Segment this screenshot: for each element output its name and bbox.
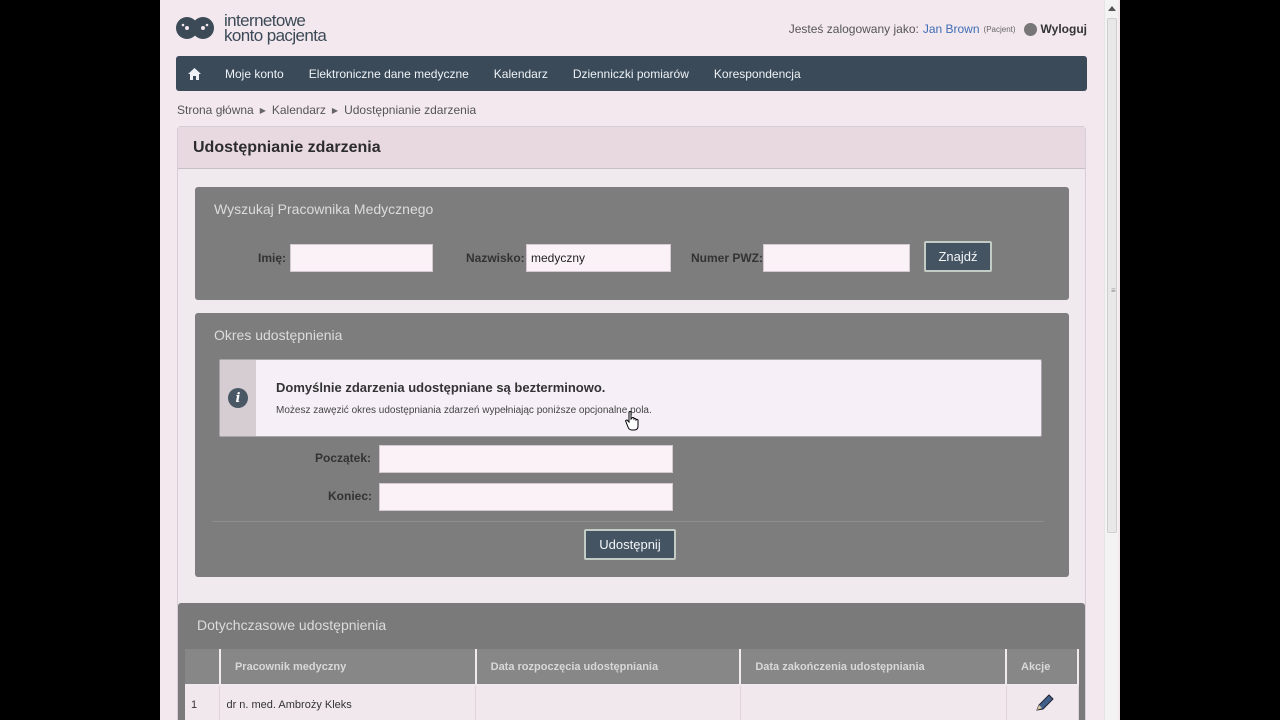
table-row: 1 dr n. med. Ambroży Kleks: [185, 685, 1079, 720]
nav-item-measurement-logs[interactable]: Dzienniczki pomiarów: [573, 67, 689, 81]
nav-item-calendar[interactable]: Kalendarz: [494, 67, 548, 81]
nav-item-medical-data[interactable]: Elektroniczne dane medyczne: [309, 67, 469, 81]
search-section: Wyszukaj Pracownika Medycznego Imię: Naz…: [195, 187, 1069, 300]
scroll-up-arrow-icon[interactable]: [1108, 6, 1116, 11]
history-heading: Dotychczasowe udostępnienia: [197, 617, 387, 633]
col-header-worker[interactable]: Pracownik medyczny: [219, 649, 477, 686]
main-panel: Udostępnianie zdarzenia Wyszukaj Pracown…: [177, 126, 1086, 720]
find-button[interactable]: Znajdź: [924, 241, 992, 272]
breadcrumb-calendar[interactable]: Kalendarz: [272, 103, 326, 117]
end-label: Koniec:: [328, 489, 373, 503]
nav-item-my-account[interactable]: Moje konto: [225, 67, 284, 81]
info-text: Możesz zawęzić okres udostępniania zdarz…: [276, 405, 652, 416]
breadcrumb-separator-icon: ▶: [331, 105, 339, 115]
row-end: [740, 685, 1007, 720]
user-role: (Pacjent): [983, 24, 1016, 34]
logged-as-label: Jesteś zalogowany jako:: [788, 22, 919, 36]
main-nav: Moje konto Elektroniczne dane medyczne K…: [176, 56, 1087, 91]
logo-line-2: konto pacjenta: [224, 26, 327, 45]
history-section: Dotychczasowe udostępnienia Pracownik me…: [178, 603, 1085, 720]
first-name-label: Imię:: [258, 251, 287, 265]
user-bar: Jesteś zalogowany jako: Jan Brown (Pacje…: [789, 22, 1087, 36]
hand-cursor-icon: [625, 411, 639, 431]
breadcrumb-home[interactable]: Strona główna: [177, 103, 254, 117]
first-name-input[interactable]: [290, 244, 433, 272]
user-name-link[interactable]: Jan Brown: [923, 22, 980, 36]
col-header-index: [185, 649, 221, 686]
row-worker: dr n. med. Ambroży Kleks: [219, 685, 477, 720]
info-title: Domyślnie zdarzenia udostępniane są bezt…: [276, 380, 606, 395]
page-title: Udostępnianie zdarzenia: [178, 127, 1085, 169]
history-table: Pracownik medyczny Data rozpoczęcia udos…: [185, 649, 1079, 720]
last-name-input[interactable]: medyczny: [526, 244, 671, 272]
power-icon[interactable]: [1023, 22, 1037, 36]
info-icon: i: [228, 388, 248, 408]
period-heading: Okres udostępnienia: [214, 327, 343, 343]
edit-pencil-icon[interactable]: [1034, 693, 1056, 713]
home-icon[interactable]: [188, 67, 201, 80]
vertical-scrollbar[interactable]: ≡: [1104, 0, 1118, 720]
table-header-row: Pracownik medyczny Data rozpoczęcia udos…: [185, 649, 1079, 686]
col-header-end[interactable]: Data zakończenia udostępniania: [740, 649, 1007, 686]
start-label: Początek:: [315, 451, 372, 465]
col-header-actions: Akcje: [1006, 649, 1079, 686]
logout-link[interactable]: Wyloguj: [1041, 22, 1087, 36]
last-name-label: Nazwisko:: [466, 251, 525, 265]
breadcrumb: Strona główna ▶ Kalendarz ▶ Udostępniani…: [177, 103, 476, 117]
share-button[interactable]: Udostępnij: [584, 529, 676, 560]
row-actions: [1006, 685, 1079, 720]
period-section: Okres udostępnienia i Domyślnie zdarzeni…: [195, 313, 1069, 577]
pwz-label: Numer PWZ:: [691, 251, 763, 265]
pwz-input[interactable]: [763, 244, 910, 272]
breadcrumb-current: Udostępnianie zdarzenia: [344, 103, 477, 117]
row-start: [475, 685, 741, 720]
browser-viewport: internetowe konto pacjenta Jesteś zalogo…: [160, 0, 1120, 720]
logo-text: internetowe konto pacjenta: [224, 12, 327, 45]
nav-item-correspondence[interactable]: Korespondencja: [714, 67, 801, 81]
start-date-input[interactable]: [379, 445, 673, 473]
scroll-grip-icon: ≡: [1111, 286, 1116, 295]
app-logo[interactable]: internetowe konto pacjenta: [176, 10, 327, 46]
logo-mark-icon: [176, 12, 216, 44]
scroll-thumb[interactable]: ≡: [1107, 18, 1117, 533]
end-date-input[interactable]: [379, 483, 673, 511]
row-index: 1: [185, 685, 221, 720]
search-heading: Wyszukaj Pracownika Medycznego: [214, 201, 434, 217]
breadcrumb-separator-icon: ▶: [259, 105, 266, 115]
section-divider: [212, 521, 1044, 522]
col-header-start[interactable]: Data rozpoczęcia udostępniania: [475, 649, 742, 686]
